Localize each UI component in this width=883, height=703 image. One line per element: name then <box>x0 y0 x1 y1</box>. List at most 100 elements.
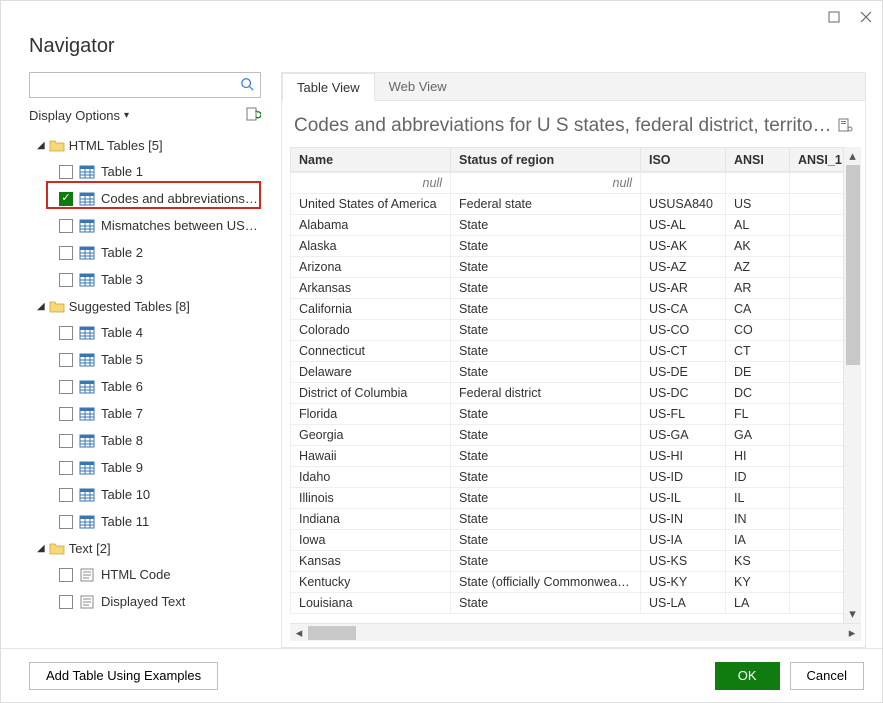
scroll-up-icon[interactable]: ▴ <box>849 147 856 165</box>
tree-item[interactable]: Table 11 <box>29 508 261 535</box>
tree-item-label: Displayed Text <box>101 594 185 609</box>
folder-icon <box>49 299 65 313</box>
table-icon <box>79 165 95 179</box>
tree-folder[interactable]: ◢Suggested Tables [8] <box>29 293 261 319</box>
scroll-right-icon[interactable]: ▸ <box>843 625 861 641</box>
add-table-label: Add Table Using Examples <box>46 668 201 683</box>
checkbox[interactable] <box>59 407 73 421</box>
checkbox[interactable] <box>59 434 73 448</box>
tree-item[interactable]: Table 10 <box>29 481 261 508</box>
scroll-left-icon[interactable]: ◂ <box>290 625 308 641</box>
cell <box>790 446 844 467</box>
cell: AR <box>726 278 790 299</box>
cancel-button[interactable]: Cancel <box>790 662 864 690</box>
column-header[interactable]: ISO <box>641 148 726 172</box>
checkbox[interactable] <box>59 595 73 609</box>
maximize-icon[interactable] <box>826 9 842 25</box>
cell: State <box>451 425 641 446</box>
table-row[interactable]: IdahoStateUS-IDID <box>291 467 844 488</box>
table-row[interactable]: AlaskaStateUS-AKAK <box>291 236 844 257</box>
table-icon <box>79 488 95 502</box>
tree-folder[interactable]: ◢Text [2] <box>29 535 261 561</box>
horizontal-scrollbar[interactable]: ◂ ▸ <box>290 623 861 641</box>
checkbox[interactable] <box>59 353 73 367</box>
checkbox[interactable] <box>59 219 73 233</box>
table-row[interactable]: ConnecticutStateUS-CTCT <box>291 341 844 362</box>
table-row[interactable]: ColoradoStateUS-COCO <box>291 320 844 341</box>
tree-item[interactable]: Table 8 <box>29 427 261 454</box>
table-row[interactable]: CaliforniaStateUS-CACA <box>291 299 844 320</box>
options-icon[interactable] <box>837 117 853 136</box>
table-row[interactable]: District of ColumbiaFederal districtUS-D… <box>291 383 844 404</box>
checkbox[interactable] <box>59 488 73 502</box>
checkbox[interactable] <box>59 273 73 287</box>
column-header[interactable]: ANSI_1 <box>790 148 844 172</box>
navigator-dialog: Navigator Display Options ▾ ◢HTML Tables… <box>0 0 883 703</box>
cell: State <box>451 257 641 278</box>
checkbox[interactable] <box>59 461 73 475</box>
tree-item[interactable]: Mismatches between USP... <box>29 212 261 239</box>
cell: US-HI <box>641 446 726 467</box>
table-row[interactable]: AlabamaStateUS-ALAL <box>291 215 844 236</box>
checkbox[interactable] <box>59 246 73 260</box>
collapse-icon[interactable]: ◢ <box>37 140 45 151</box>
table-row[interactable]: IllinoisStateUS-ILIL <box>291 488 844 509</box>
cell: Louisiana <box>291 593 451 614</box>
column-header[interactable]: ANSI <box>726 148 790 172</box>
table-row[interactable]: IowaStateUS-IAIA <box>291 530 844 551</box>
table-row[interactable]: LouisianaStateUS-LALA <box>291 593 844 614</box>
cell: US-LA <box>641 593 726 614</box>
table-row[interactable]: ArizonaStateUS-AZAZ <box>291 257 844 278</box>
table-row[interactable]: KentuckyState (officially Commonwealth)U… <box>291 572 844 593</box>
nav-tree[interactable]: ◢HTML Tables [5]Table 1✓Codes and abbrev… <box>29 132 261 648</box>
checkbox[interactable] <box>59 326 73 340</box>
cell: US-CO <box>641 320 726 341</box>
table-row[interactable]: KansasStateUS-KSKS <box>291 551 844 572</box>
tree-item[interactable]: ✓Codes and abbreviations f... <box>29 185 261 212</box>
add-table-button[interactable]: Add Table Using Examples <box>29 662 218 690</box>
cell: Indiana <box>291 509 451 530</box>
tree-item[interactable]: HTML Code <box>29 561 261 588</box>
checkbox[interactable] <box>59 380 73 394</box>
tree-item[interactable]: Table 1 <box>29 158 261 185</box>
tree-item[interactable]: Table 9 <box>29 454 261 481</box>
ok-button[interactable]: OK <box>715 662 780 690</box>
checkbox[interactable] <box>59 568 73 582</box>
column-header[interactable]: Name <box>291 148 451 172</box>
tree-item[interactable]: Displayed Text <box>29 588 261 615</box>
tree-folder[interactable]: ◢HTML Tables [5] <box>29 132 261 158</box>
tree-item[interactable]: Table 4 <box>29 319 261 346</box>
tree-item[interactable]: Table 2 <box>29 239 261 266</box>
tab-table-view[interactable]: Table View <box>282 73 375 101</box>
search-input[interactable] <box>36 77 240 94</box>
table-row[interactable]: HawaiiStateUS-HIHI <box>291 446 844 467</box>
chevron-down-icon: ▾ <box>124 110 129 121</box>
column-header[interactable]: Status of region <box>451 148 641 172</box>
table-row[interactable]: FloridaStateUS-FLFL <box>291 404 844 425</box>
tab-web-view[interactable]: Web View <box>375 73 461 100</box>
table-row[interactable]: GeorgiaStateUS-GAGA <box>291 425 844 446</box>
scroll-thumb[interactable] <box>846 165 860 365</box>
checkbox[interactable] <box>59 165 73 179</box>
scroll-down-icon[interactable]: ▾ <box>849 605 856 623</box>
cell: US-CA <box>641 299 726 320</box>
table-row[interactable]: ArkansasStateUS-ARAR <box>291 278 844 299</box>
vertical-scrollbar[interactable]: ▴ ▾ <box>843 147 861 623</box>
collapse-icon[interactable]: ◢ <box>37 543 45 554</box>
table-row[interactable]: IndianaStateUS-ININ <box>291 509 844 530</box>
tree-item[interactable]: Table 7 <box>29 400 261 427</box>
table-row[interactable]: United States of AmericaFederal stateUSU… <box>291 194 844 215</box>
display-options-dropdown[interactable]: Display Options ▾ <box>29 108 129 123</box>
search-icon[interactable] <box>240 77 254 94</box>
hscroll-thumb[interactable] <box>308 626 356 640</box>
collapse-icon[interactable]: ◢ <box>37 301 45 312</box>
tree-item[interactable]: Table 6 <box>29 373 261 400</box>
table-row[interactable]: DelawareStateUS-DEDE <box>291 362 844 383</box>
checkbox[interactable]: ✓ <box>59 192 73 206</box>
refresh-icon[interactable] <box>245 106 261 125</box>
checkbox[interactable] <box>59 515 73 529</box>
tree-item[interactable]: Table 3 <box>29 266 261 293</box>
tree-item[interactable]: Table 5 <box>29 346 261 373</box>
search-input-wrap[interactable] <box>29 72 261 98</box>
close-icon[interactable] <box>858 9 874 25</box>
